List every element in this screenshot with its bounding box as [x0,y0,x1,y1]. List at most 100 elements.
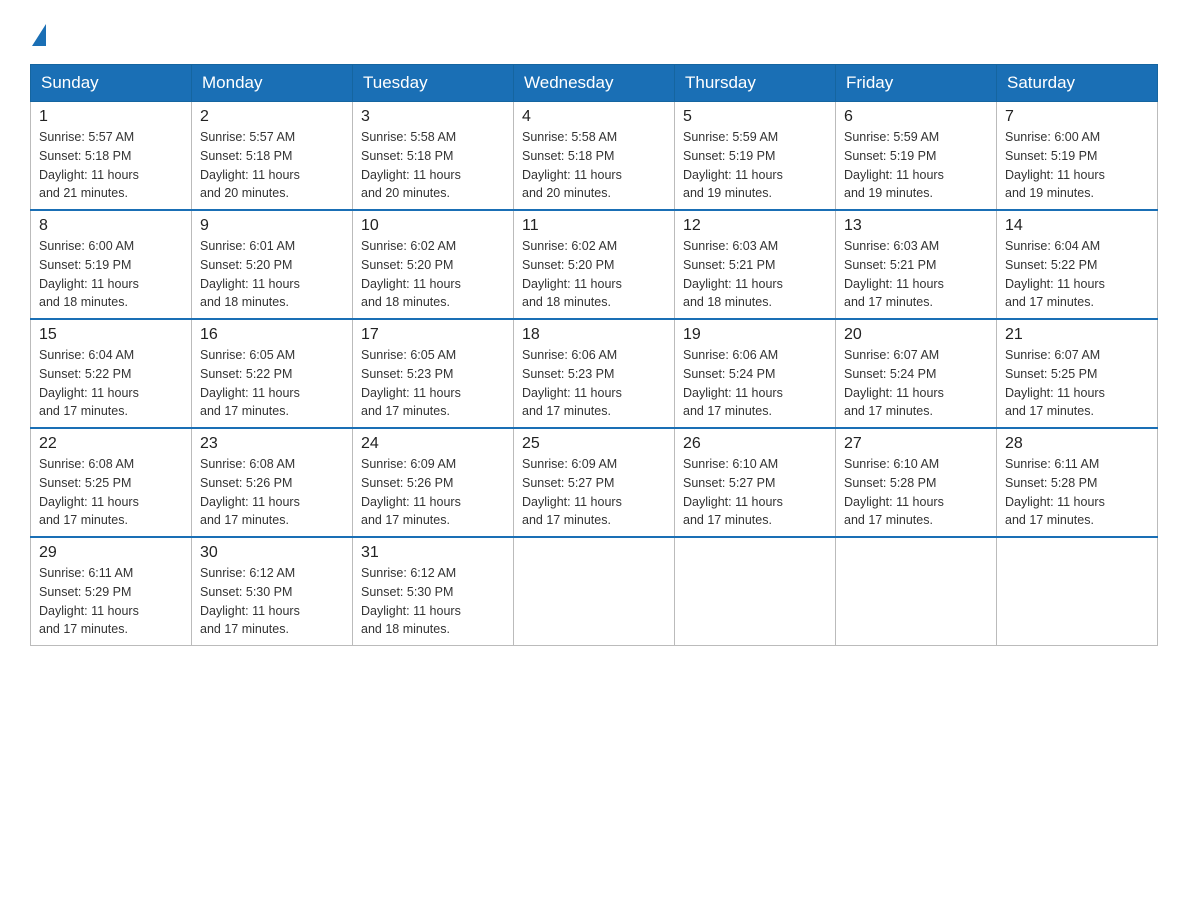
day-number: 28 [1005,435,1149,453]
calendar-cell: 25 Sunrise: 6:09 AM Sunset: 5:27 PM Dayl… [514,428,675,537]
calendar-cell: 20 Sunrise: 6:07 AM Sunset: 5:24 PM Dayl… [836,319,997,428]
day-number: 21 [1005,326,1149,344]
calendar-header: SundayMondayTuesdayWednesdayThursdayFrid… [31,65,1158,102]
calendar-cell [514,537,675,646]
day-info: Sunrise: 6:12 AM Sunset: 5:30 PM Dayligh… [200,566,300,636]
day-info: Sunrise: 5:57 AM Sunset: 5:18 PM Dayligh… [200,130,300,200]
day-number: 19 [683,326,827,344]
calendar-cell: 12 Sunrise: 6:03 AM Sunset: 5:21 PM Dayl… [675,210,836,319]
day-number: 29 [39,544,183,562]
weekday-header-friday: Friday [836,65,997,102]
day-info: Sunrise: 6:08 AM Sunset: 5:25 PM Dayligh… [39,457,139,527]
day-info: Sunrise: 6:00 AM Sunset: 5:19 PM Dayligh… [39,239,139,309]
day-info: Sunrise: 6:07 AM Sunset: 5:24 PM Dayligh… [844,348,944,418]
week-row-5: 29 Sunrise: 6:11 AM Sunset: 5:29 PM Dayl… [31,537,1158,646]
day-info: Sunrise: 6:05 AM Sunset: 5:22 PM Dayligh… [200,348,300,418]
calendar-cell: 31 Sunrise: 6:12 AM Sunset: 5:30 PM Dayl… [353,537,514,646]
day-info: Sunrise: 6:04 AM Sunset: 5:22 PM Dayligh… [1005,239,1105,309]
calendar-cell [836,537,997,646]
calendar-cell: 1 Sunrise: 5:57 AM Sunset: 5:18 PM Dayli… [31,102,192,211]
day-info: Sunrise: 6:06 AM Sunset: 5:23 PM Dayligh… [522,348,622,418]
calendar-cell: 15 Sunrise: 6:04 AM Sunset: 5:22 PM Dayl… [31,319,192,428]
calendar-cell: 2 Sunrise: 5:57 AM Sunset: 5:18 PM Dayli… [192,102,353,211]
day-number: 3 [361,108,505,126]
logo-triangle-icon [32,24,46,46]
weekday-header-sunday: Sunday [31,65,192,102]
day-info: Sunrise: 6:03 AM Sunset: 5:21 PM Dayligh… [683,239,783,309]
day-number: 25 [522,435,666,453]
calendar-cell: 16 Sunrise: 6:05 AM Sunset: 5:22 PM Dayl… [192,319,353,428]
day-info: Sunrise: 6:11 AM Sunset: 5:29 PM Dayligh… [39,566,139,636]
calendar-body: 1 Sunrise: 5:57 AM Sunset: 5:18 PM Dayli… [31,102,1158,646]
day-number: 30 [200,544,344,562]
day-info: Sunrise: 6:10 AM Sunset: 5:28 PM Dayligh… [844,457,944,527]
day-number: 17 [361,326,505,344]
day-number: 14 [1005,217,1149,235]
calendar-cell: 19 Sunrise: 6:06 AM Sunset: 5:24 PM Dayl… [675,319,836,428]
day-number: 10 [361,217,505,235]
day-number: 26 [683,435,827,453]
week-row-1: 1 Sunrise: 5:57 AM Sunset: 5:18 PM Dayli… [31,102,1158,211]
day-info: Sunrise: 6:02 AM Sunset: 5:20 PM Dayligh… [522,239,622,309]
weekday-header-thursday: Thursday [675,65,836,102]
calendar-cell: 7 Sunrise: 6:00 AM Sunset: 5:19 PM Dayli… [997,102,1158,211]
day-number: 18 [522,326,666,344]
calendar-cell: 21 Sunrise: 6:07 AM Sunset: 5:25 PM Dayl… [997,319,1158,428]
calendar-cell: 23 Sunrise: 6:08 AM Sunset: 5:26 PM Dayl… [192,428,353,537]
calendar-cell: 8 Sunrise: 6:00 AM Sunset: 5:19 PM Dayli… [31,210,192,319]
weekday-header-wednesday: Wednesday [514,65,675,102]
day-number: 8 [39,217,183,235]
day-info: Sunrise: 5:58 AM Sunset: 5:18 PM Dayligh… [522,130,622,200]
calendar-cell: 4 Sunrise: 5:58 AM Sunset: 5:18 PM Dayli… [514,102,675,211]
day-number: 5 [683,108,827,126]
calendar-cell: 28 Sunrise: 6:11 AM Sunset: 5:28 PM Dayl… [997,428,1158,537]
page-header [30,20,1158,46]
calendar-cell [997,537,1158,646]
day-info: Sunrise: 6:09 AM Sunset: 5:27 PM Dayligh… [522,457,622,527]
calendar-cell: 6 Sunrise: 5:59 AM Sunset: 5:19 PM Dayli… [836,102,997,211]
calendar-cell: 14 Sunrise: 6:04 AM Sunset: 5:22 PM Dayl… [997,210,1158,319]
calendar-cell: 13 Sunrise: 6:03 AM Sunset: 5:21 PM Dayl… [836,210,997,319]
day-number: 7 [1005,108,1149,126]
day-number: 13 [844,217,988,235]
day-info: Sunrise: 6:04 AM Sunset: 5:22 PM Dayligh… [39,348,139,418]
day-info: Sunrise: 5:59 AM Sunset: 5:19 PM Dayligh… [683,130,783,200]
calendar-cell: 26 Sunrise: 6:10 AM Sunset: 5:27 PM Dayl… [675,428,836,537]
calendar-cell: 17 Sunrise: 6:05 AM Sunset: 5:23 PM Dayl… [353,319,514,428]
day-number: 1 [39,108,183,126]
weekday-header-monday: Monday [192,65,353,102]
week-row-3: 15 Sunrise: 6:04 AM Sunset: 5:22 PM Dayl… [31,319,1158,428]
calendar-cell: 22 Sunrise: 6:08 AM Sunset: 5:25 PM Dayl… [31,428,192,537]
day-number: 12 [683,217,827,235]
day-number: 15 [39,326,183,344]
week-row-4: 22 Sunrise: 6:08 AM Sunset: 5:25 PM Dayl… [31,428,1158,537]
calendar-cell: 5 Sunrise: 5:59 AM Sunset: 5:19 PM Dayli… [675,102,836,211]
day-info: Sunrise: 6:01 AM Sunset: 5:20 PM Dayligh… [200,239,300,309]
day-info: Sunrise: 5:57 AM Sunset: 5:18 PM Dayligh… [39,130,139,200]
calendar-table: SundayMondayTuesdayWednesdayThursdayFrid… [30,64,1158,646]
day-number: 23 [200,435,344,453]
day-number: 9 [200,217,344,235]
calendar-cell: 29 Sunrise: 6:11 AM Sunset: 5:29 PM Dayl… [31,537,192,646]
day-info: Sunrise: 6:12 AM Sunset: 5:30 PM Dayligh… [361,566,461,636]
day-number: 11 [522,217,666,235]
calendar-cell: 10 Sunrise: 6:02 AM Sunset: 5:20 PM Dayl… [353,210,514,319]
day-number: 20 [844,326,988,344]
calendar-cell: 3 Sunrise: 5:58 AM Sunset: 5:18 PM Dayli… [353,102,514,211]
calendar-cell: 27 Sunrise: 6:10 AM Sunset: 5:28 PM Dayl… [836,428,997,537]
day-info: Sunrise: 6:09 AM Sunset: 5:26 PM Dayligh… [361,457,461,527]
day-info: Sunrise: 6:06 AM Sunset: 5:24 PM Dayligh… [683,348,783,418]
weekday-header-saturday: Saturday [997,65,1158,102]
weekday-header-tuesday: Tuesday [353,65,514,102]
day-info: Sunrise: 6:07 AM Sunset: 5:25 PM Dayligh… [1005,348,1105,418]
day-info: Sunrise: 6:03 AM Sunset: 5:21 PM Dayligh… [844,239,944,309]
day-number: 31 [361,544,505,562]
week-row-2: 8 Sunrise: 6:00 AM Sunset: 5:19 PM Dayli… [31,210,1158,319]
day-info: Sunrise: 5:59 AM Sunset: 5:19 PM Dayligh… [844,130,944,200]
day-info: Sunrise: 6:08 AM Sunset: 5:26 PM Dayligh… [200,457,300,527]
day-number: 27 [844,435,988,453]
day-info: Sunrise: 6:02 AM Sunset: 5:20 PM Dayligh… [361,239,461,309]
day-info: Sunrise: 6:10 AM Sunset: 5:27 PM Dayligh… [683,457,783,527]
calendar-cell: 11 Sunrise: 6:02 AM Sunset: 5:20 PM Dayl… [514,210,675,319]
day-info: Sunrise: 6:05 AM Sunset: 5:23 PM Dayligh… [361,348,461,418]
